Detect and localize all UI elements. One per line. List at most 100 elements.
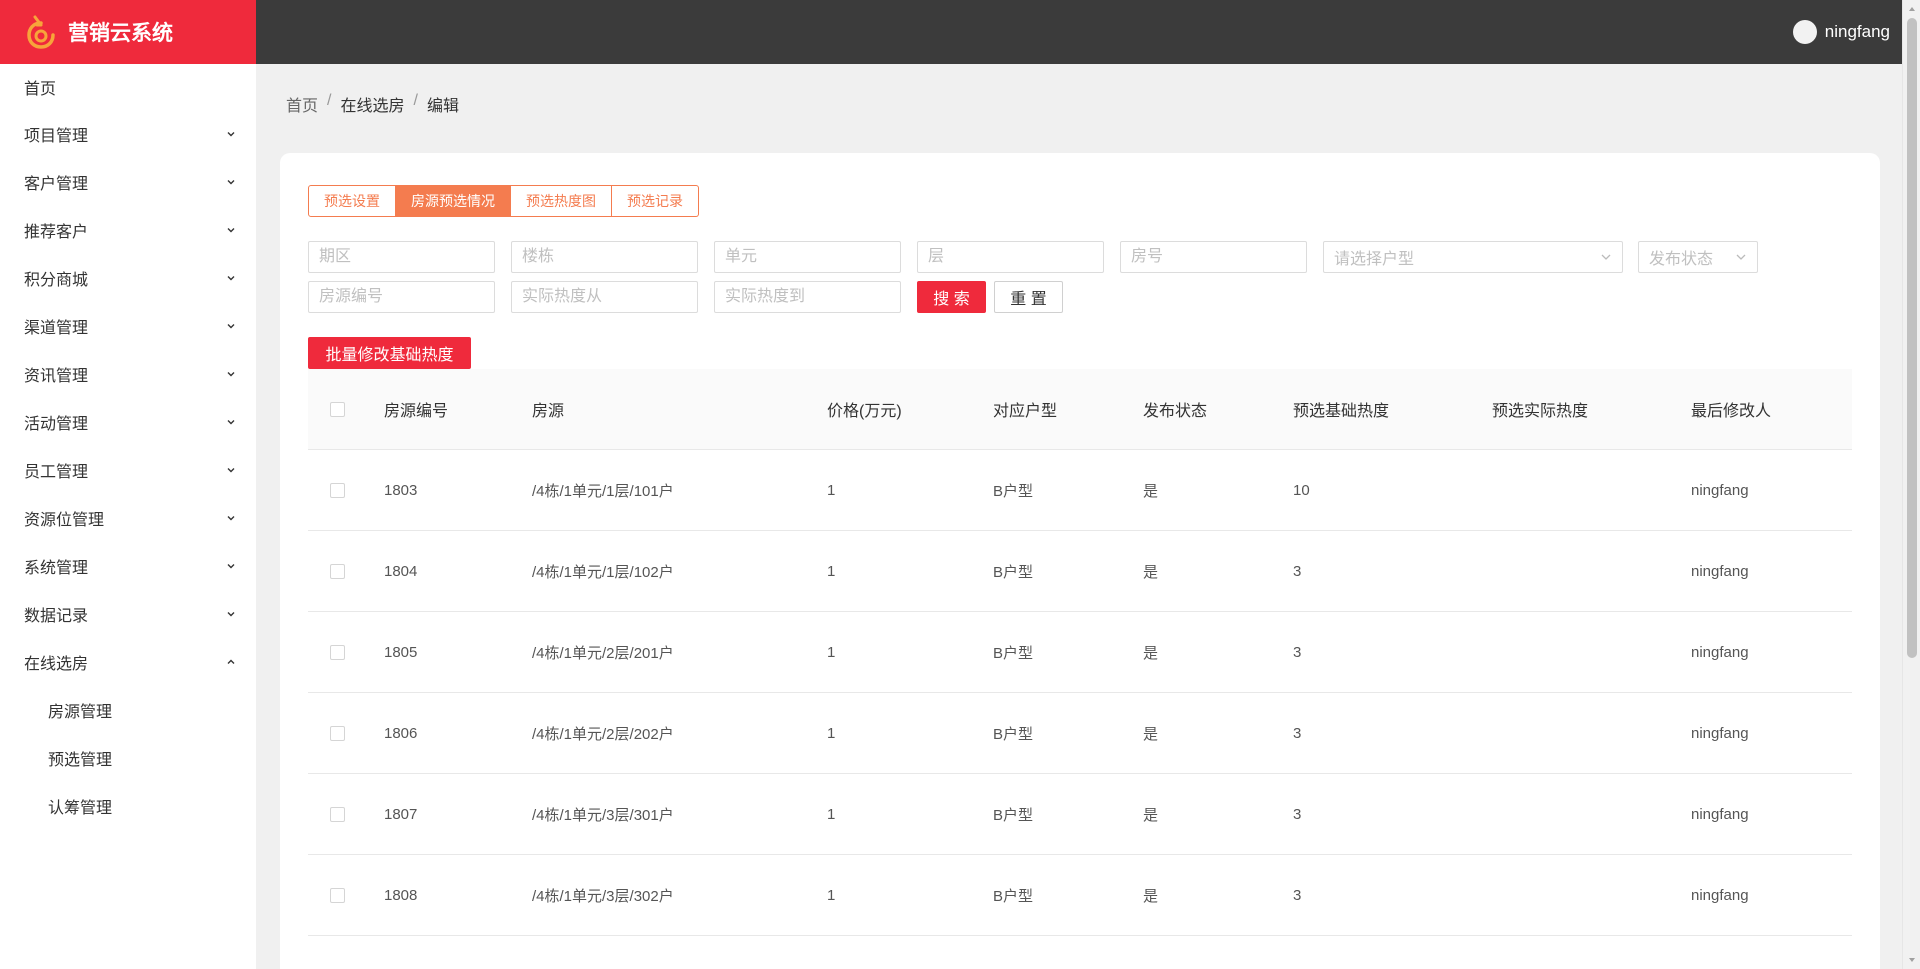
heat-from-input[interactable] (511, 281, 698, 313)
table-row[interactable]: 1805 /4栋/1单元/2层/201户 1 B户型 是 3 ningfang (308, 612, 1852, 693)
chevron-down-icon (227, 420, 235, 425)
sidebar-item-resource-slot[interactable]: 资源位管理 (0, 494, 256, 542)
house-table: 房源编号 房源 价格(万元) 对应户型 发布状态 预选基础热度 预选实际热度 最… (308, 369, 1852, 936)
cell-base-heat: 10 (1293, 481, 1310, 499)
tab-preselection-records[interactable]: 预选记录 (612, 185, 699, 217)
sidebar-item-home[interactable]: 首页 (0, 64, 256, 110)
user-menu[interactable]: ningfang (1792, 20, 1890, 44)
content-card: 预选设置 房源预选情况 预选热度图 预选记录 请选择户型 发布状态 搜 索 重 … (280, 153, 1880, 969)
row-checkbox[interactable] (330, 482, 345, 498)
cell-modifier: ningfang (1691, 481, 1749, 499)
sidebar-item-channel[interactable]: 渠道管理 (0, 302, 256, 350)
column-header: 发布状态 (1143, 403, 1208, 420)
cell-house: /4栋/1单元/3层/302户 (532, 887, 674, 905)
sidebar-item-label: 项目管理 (24, 128, 89, 145)
batch-edit-heat-button[interactable]: 批量修改基础热度 (308, 337, 471, 369)
cell-type: B户型 (993, 563, 1034, 581)
chevron-down-icon (1601, 254, 1611, 260)
tab-house-preselection-status[interactable]: 房源预选情况 (396, 185, 511, 217)
chevron-down-icon (227, 564, 235, 569)
scroll-down-icon[interactable] (1907, 955, 1917, 965)
column-header: 预选基础热度 (1293, 403, 1390, 420)
scroll-up-icon[interactable] (1907, 4, 1917, 14)
row-checkbox[interactable] (330, 806, 345, 822)
cell-price: 1 (827, 562, 836, 580)
sidebar-item-points-mall[interactable]: 积分商城 (0, 254, 256, 302)
sidebar-subitem-house-management[interactable]: 房源管理 (0, 686, 256, 734)
sidebar-item-customer[interactable]: 客户管理 (0, 158, 256, 206)
scrollbar-thumb[interactable] (1907, 18, 1917, 658)
row-checkbox[interactable] (330, 725, 345, 741)
breadcrumb-current: 编辑 (426, 98, 459, 115)
cell-house: /4栋/1单元/3层/301户 (532, 806, 674, 824)
sidebar-item-referral[interactable]: 推荐客户 (0, 206, 256, 254)
select-all-checkbox[interactable] (330, 401, 345, 417)
sidebar-subitem-preselection-management[interactable]: 预选管理 (0, 734, 256, 782)
cell-published: 是 (1143, 482, 1159, 500)
column-header: 价格(万元) (827, 403, 902, 420)
search-button[interactable]: 搜 索 (917, 281, 986, 313)
table-row[interactable]: 1804 /4栋/1单元/1层/102户 1 B户型 是 3 ningfang (308, 531, 1852, 612)
cell-house: /4栋/1单元/2层/202户 (532, 725, 674, 743)
house-type-select[interactable]: 请选择户型 (1323, 241, 1623, 273)
sidebar-item-news[interactable]: 资讯管理 (0, 350, 256, 398)
room-input[interactable] (1120, 241, 1307, 273)
sidebar-item-project[interactable]: 项目管理 (0, 110, 256, 158)
cell-code: 1805 (384, 643, 418, 661)
chevron-down-icon (1736, 254, 1746, 260)
cell-modifier: ningfang (1691, 562, 1749, 580)
cell-base-heat: 3 (1293, 724, 1302, 742)
tab-preselection-heatmap[interactable]: 预选热度图 (511, 185, 612, 217)
cell-published: 是 (1143, 644, 1159, 662)
page-scrollbar[interactable] (1902, 0, 1920, 969)
sidebar-item-label: 客户管理 (24, 176, 89, 193)
building-input[interactable] (511, 241, 698, 273)
user-name: ningfang (1824, 22, 1890, 41)
floor-input[interactable] (917, 241, 1104, 273)
row-checkbox[interactable] (330, 887, 345, 903)
sidebar-item-activity[interactable]: 活动管理 (0, 398, 256, 446)
table-header: 房源编号 房源 价格(万元) 对应户型 发布状态 预选基础热度 预选实际热度 最… (308, 369, 1852, 450)
reset-button[interactable]: 重 置 (994, 281, 1063, 313)
cell-house: /4栋/1单元/1层/102户 (532, 563, 674, 581)
row-checkbox[interactable] (330, 563, 345, 579)
cell-type: B户型 (993, 482, 1034, 500)
heat-to-input[interactable] (714, 281, 901, 313)
column-header: 预选实际热度 (1492, 403, 1589, 420)
cell-price: 1 (827, 805, 836, 823)
sidebar-item-online-selection[interactable]: 在线选房 (0, 638, 256, 686)
cell-type: B户型 (993, 644, 1034, 662)
cell-code: 1804 (384, 562, 418, 580)
sidebar-item-staff[interactable]: 员工管理 (0, 446, 256, 494)
breadcrumb-home[interactable]: 首页 (286, 92, 318, 116)
table-row[interactable]: 1807 /4栋/1单元/3层/301户 1 B户型 是 3 ningfang (308, 774, 1852, 855)
sidebar-item-label: 活动管理 (24, 416, 89, 433)
cell-price: 1 (827, 481, 836, 499)
tab-preselection-settings[interactable]: 预选设置 (308, 185, 396, 217)
table-row[interactable]: 1806 /4栋/1单元/2层/202户 1 B户型 是 3 ningfang (308, 693, 1852, 774)
sidebar-item-system[interactable]: 系统管理 (0, 542, 256, 590)
table-row[interactable]: 1803 /4栋/1单元/1层/101户 1 B户型 是 10 ningfang (308, 450, 1852, 531)
table-row[interactable]: 1808 /4栋/1单元/3层/302户 1 B户型 是 3 ningfang (308, 855, 1852, 936)
breadcrumb-section[interactable]: 在线选房 (340, 92, 404, 116)
column-header: 对应户型 (993, 403, 1058, 420)
avatar (1792, 20, 1817, 44)
chevron-down-icon (227, 516, 235, 521)
sidebar-subitem-subscription-management[interactable]: 认筹管理 (0, 782, 256, 830)
phase-input[interactable] (308, 241, 495, 273)
cell-code: 1806 (384, 724, 418, 742)
row-checkbox[interactable] (330, 644, 345, 660)
cell-modifier: ningfang (1691, 724, 1749, 742)
column-header: 房源 (532, 403, 565, 420)
breadcrumb-separator: / (413, 92, 418, 109)
cell-modifier: ningfang (1691, 643, 1749, 661)
sidebar-item-data-records[interactable]: 数据记录 (0, 590, 256, 638)
publish-status-select[interactable]: 发布状态 (1638, 241, 1758, 273)
cell-modifier: ningfang (1691, 886, 1749, 904)
cell-price: 1 (827, 886, 836, 904)
unit-input[interactable] (714, 241, 901, 273)
chevron-down-icon (227, 180, 235, 185)
cell-price: 1 (827, 643, 836, 661)
house-code-input[interactable] (308, 281, 495, 313)
column-header: 房源编号 (384, 403, 449, 420)
